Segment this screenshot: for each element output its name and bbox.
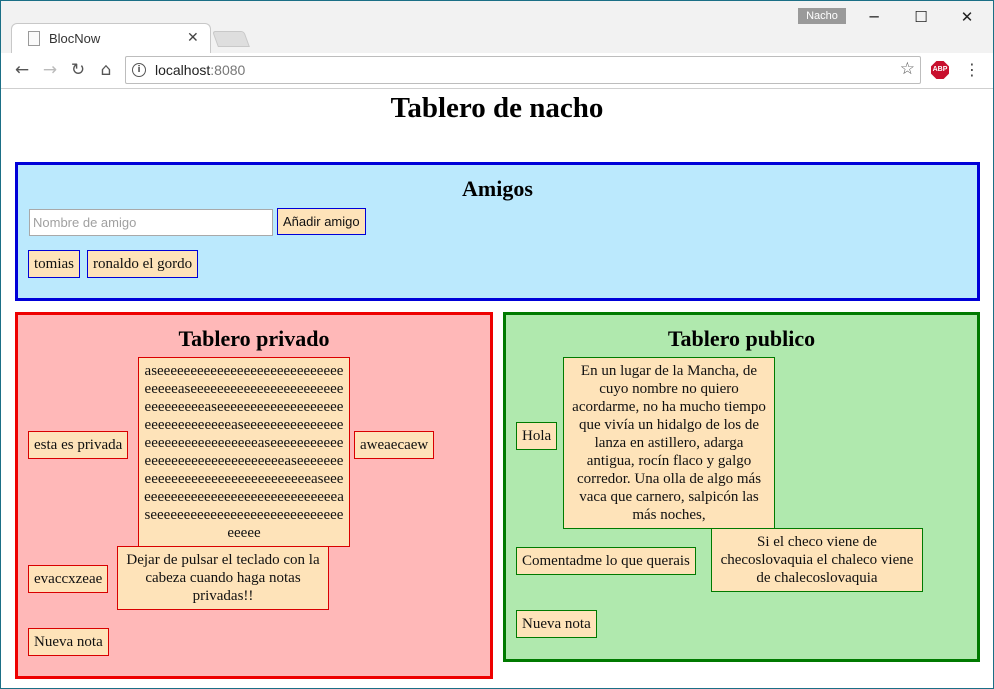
tab-blocnow[interactable]: BlocNow ✕	[11, 23, 211, 53]
profile-badge[interactable]: Nacho	[798, 8, 846, 24]
page-icon	[28, 31, 40, 46]
reload-icon[interactable]: ↻	[66, 58, 90, 82]
note-card[interactable]: esta es privada	[28, 431, 129, 459]
menu-icon[interactable]: ⋮	[964, 60, 980, 79]
maximize-icon[interactable]: ☐	[898, 6, 944, 28]
note-card[interactable]: Comentadme lo que querais	[516, 547, 696, 575]
new-tab-button[interactable]	[212, 31, 250, 47]
title-bar: BlocNow ✕ Nacho ─ ☐ ✕	[1, 1, 993, 53]
new-note-button[interactable]: Nueva nota	[28, 628, 109, 656]
friend-name-input[interactable]	[29, 209, 273, 236]
note-card[interactable]: evaccxzeae	[28, 565, 109, 593]
friend-item[interactable]: tomias	[28, 250, 80, 278]
note-card[interactable]: aweaecaew	[354, 431, 435, 459]
bookmark-star-icon[interactable]: ☆	[900, 59, 915, 79]
back-icon[interactable]: ←	[10, 58, 34, 82]
close-window-icon[interactable]: ✕	[944, 6, 990, 28]
private-board-panel: Tablero privado esta es privada aseeeeee…	[15, 312, 493, 679]
url-host: localhost	[155, 62, 211, 78]
page-title: Tablero de nacho	[390, 92, 604, 124]
page-viewport: Tablero de nacho Amigos Añadir amigo tom…	[1, 90, 993, 688]
private-board-heading: Tablero privado	[178, 326, 330, 351]
note-card[interactable]: Si el checo viene de checoslovaquia el c…	[711, 528, 923, 592]
new-note-button[interactable]: Nueva nota	[516, 610, 597, 638]
browser-window: BlocNow ✕ Nacho ─ ☐ ✕ ← → ↻ ⌂ i localhos…	[0, 0, 994, 689]
url-port: :8080	[210, 62, 246, 78]
tab-title: BlocNow	[49, 31, 101, 46]
browser-toolbar: ← → ↻ ⌂ i localhost:8080 ☆ ABP ⋮	[1, 53, 993, 89]
note-card[interactable]: Hola	[516, 422, 558, 450]
close-tab-icon[interactable]: ✕	[187, 29, 199, 46]
add-friend-button[interactable]: Añadir amigo	[277, 208, 366, 235]
forward-icon[interactable]: →	[38, 58, 62, 82]
public-board-panel: Tablero publico Hola En un lugar de la M…	[503, 312, 980, 662]
public-board-heading: Tablero publico	[667, 326, 816, 351]
friends-panel: Amigos Añadir amigo tomias ronaldo el go…	[15, 162, 980, 301]
home-icon[interactable]: ⌂	[94, 58, 118, 82]
note-card[interactable]: aseeeeeeeeeeeeeeeeeeeeeeeeeeeeeeeeeaseee…	[138, 357, 350, 547]
note-card[interactable]: En un lugar de la Mancha, de cuyo nombre…	[563, 357, 775, 529]
url-text[interactable]: localhost:8080	[155, 62, 245, 78]
friends-heading: Amigos	[462, 176, 533, 201]
info-icon[interactable]: i	[132, 63, 146, 77]
minimize-icon[interactable]: ─	[851, 6, 897, 28]
address-bar[interactable]: i localhost:8080 ☆	[125, 56, 921, 84]
adblock-icon[interactable]: ABP	[931, 61, 949, 79]
friend-item[interactable]: ronaldo el gordo	[87, 250, 199, 278]
note-card[interactable]: Dejar de pulsar el teclado con la cabeza…	[117, 546, 329, 610]
